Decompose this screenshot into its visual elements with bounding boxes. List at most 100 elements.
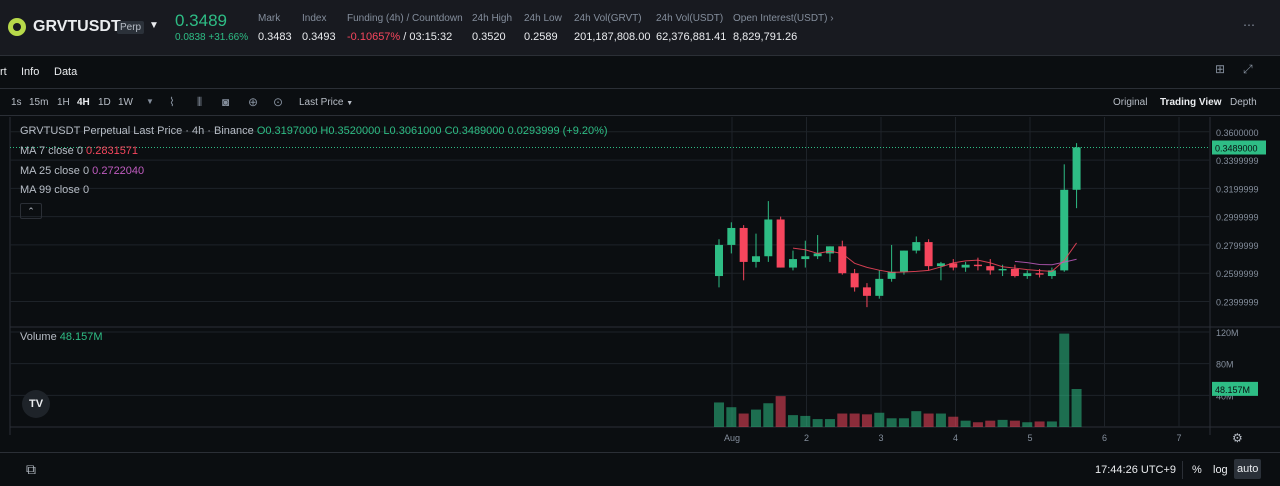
stat-value: -0.10657% / 03:15:32 [347,31,463,43]
log-toggle[interactable]: log [1213,464,1228,476]
price-tick-label: 0.3199999 [1216,184,1259,194]
symbol-name[interactable]: GRVTUSDT [33,18,121,36]
tab-chart[interactable]: rt [0,66,7,78]
date-range-icon[interactable]: ⧉ [26,461,36,478]
stat-open-interest[interactable]: Open Interest(USDT) › 8,829,791.26 [733,13,834,43]
tab-data[interactable]: Data [54,66,77,78]
volume-bar [948,416,959,427]
legend-ohlc: O0.3197000 H0.3520000 L0.3061000 C0.3489… [256,125,608,137]
legend-title: GRVTUSDT Perpetual Last Price · 4h · Bin… [20,125,254,137]
candle-body [1010,268,1019,277]
candle-body [961,264,970,268]
chart-legend-title: GRVTUSDT Perpetual Last Price · 4h · Bin… [20,125,608,137]
candle-body [751,256,760,262]
volume-bar [1034,421,1045,427]
candle-body [776,219,785,268]
price-tick-label: 0.3600000 [1216,128,1259,138]
layout-grid-icon[interactable]: ⊞ [1215,62,1229,76]
interval-1s[interactable]: 1s [11,97,22,108]
ma7-line [792,242,1077,273]
volume-tick-label: 120M [1216,328,1239,338]
add-icon[interactable]: ⊕ [248,95,258,109]
ma7-value: 0.2831571 [86,145,139,157]
perp-badge: Perp [117,21,145,34]
candle-body [739,227,748,262]
stat-24h-low: 24h Low 0.2589 [524,13,562,43]
volume-bar [849,413,860,427]
volume-bar [972,422,983,427]
candle-body [727,227,736,245]
volume-bar [935,413,946,427]
time-tick-label: 2 [804,433,809,443]
indicators-icon[interactable]: ⌇ [169,95,175,109]
stat-value: 0.3483 [258,31,292,43]
price-type-select[interactable]: Last Price ▼ [299,97,353,108]
camera-icon[interactable]: ◙ [222,95,229,109]
chart-type-icon[interactable]: ⫴ [197,95,202,110]
collapse-legend-button[interactable]: ⌃ [20,203,42,219]
ticker-bar: GRVTUSDT Perp ▼ 0.3489 0.0838 +31.66% Ma… [0,0,1280,56]
expand-icon[interactable]: ⤢ [1243,62,1257,76]
volume-bar [824,419,835,427]
ma7-legend: MA 7 close 0 0.2831571 [20,145,138,157]
clock-time: 17:44:26 UTC+9 [1095,464,1177,476]
ma25-value: 0.2722040 [92,165,145,177]
volume-bar [960,420,971,427]
volume-bar [1071,389,1082,427]
candle-body [801,256,810,260]
interval-1d[interactable]: 1D [98,97,111,108]
volume-bar [750,409,761,427]
view-depth[interactable]: Depth [1230,97,1257,108]
volume-bar [1022,422,1033,427]
grvt-logo-icon [8,18,26,36]
interval-dropdown-icon[interactable]: ▼ [146,97,154,106]
tab-info[interactable]: Info [21,66,39,78]
auto-toggle[interactable]: auto [1234,459,1262,479]
candle-body [825,246,834,254]
chart-settings-icon[interactable]: ⚙ [1232,431,1243,445]
candle-body [1023,273,1032,277]
view-original[interactable]: Original [1113,97,1147,108]
more-icon[interactable]: ⋯ [1243,18,1256,32]
volume-bars [714,333,1082,427]
percent-toggle[interactable]: % [1192,464,1202,476]
volume-label: Volume [20,331,57,343]
current-volume-label: 48.157M [1215,385,1250,395]
tradingview-logo-icon[interactable]: TV [22,390,50,418]
interval-15m[interactable]: 15m [29,97,48,108]
candle-body [924,242,933,267]
symbol-dropdown-caret-icon[interactable]: ▼ [149,20,159,31]
interval-4h[interactable]: 4H [77,97,90,108]
volume-bar [775,396,786,427]
view-trading-view[interactable]: Trading View [1160,97,1222,108]
chart-bottom-bar: ⧉ 17:44:26 UTC+9 % log auto [0,452,1280,486]
interval-1h[interactable]: 1H [57,97,70,108]
candle-body [764,219,773,257]
candle-body [1072,147,1081,190]
price-tick-label: 0.3399999 [1216,156,1259,166]
volume-bar [837,413,848,427]
candle-body [1060,189,1069,271]
volume-tick-label: 80M [1216,360,1234,370]
funding-countdown: / 03:15:32 [400,31,453,43]
candle-body [998,268,1007,271]
stat-value: 8,829,791.26 [733,31,798,43]
divider [1182,461,1183,479]
stat-label: Open Interest(USDT) › [733,13,834,24]
volume-bar [886,418,897,427]
stat-label: Funding (4h) / Countdown [347,13,463,24]
volume-legend: Volume 48.157M [20,331,103,343]
volume-bar [997,419,1008,427]
volume-bar [911,411,922,427]
volume-value: 48.157M [59,331,103,343]
interval-1w[interactable]: 1W [118,97,133,108]
candle-body [912,242,921,251]
volume-bar [898,418,909,427]
stat-24h-high: 24h High 0.3520 [472,13,512,43]
volume-bar [874,412,885,427]
replay-icon[interactable]: ⊙ [273,95,283,109]
candle-body [715,244,723,277]
stat-label: Mark [258,13,281,24]
price-change: 0.0838 +31.66% [175,32,249,43]
price-chart[interactable]: 0.3600000 0.3399999 0.3199999 0.2999999 0.27… [0,117,1280,452]
